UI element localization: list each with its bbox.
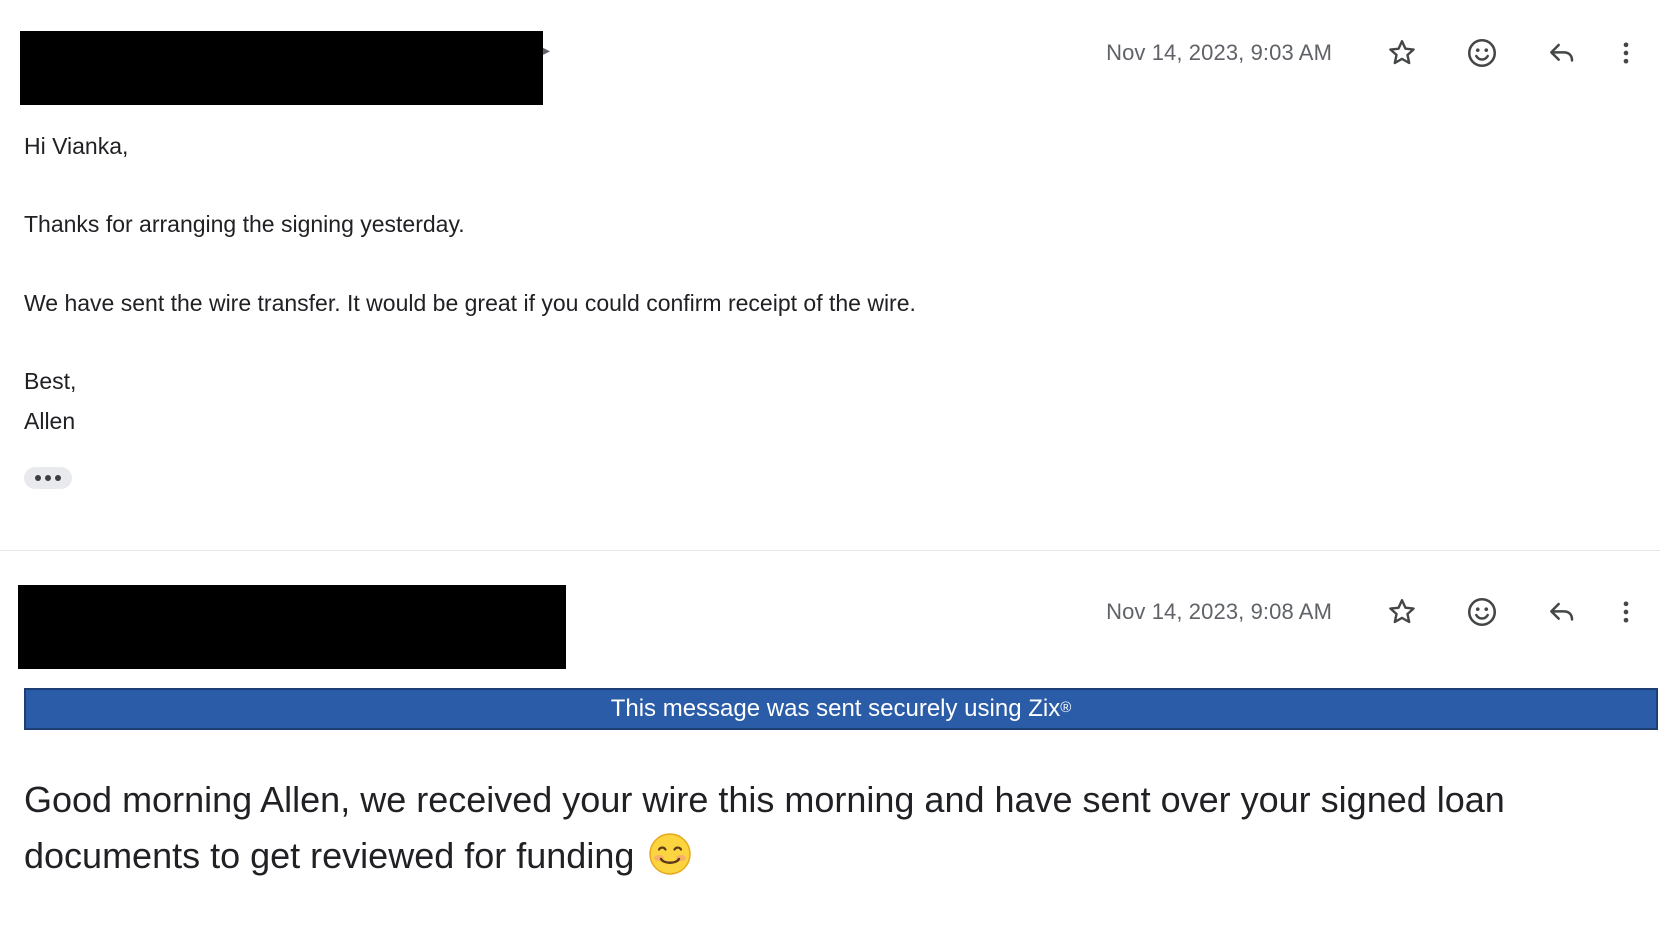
star-button[interactable]: [1362, 588, 1442, 636]
message-1-wire-line: We have sent the wire transfer. It would…: [24, 290, 916, 316]
star-button[interactable]: [1362, 29, 1442, 77]
show-trimmed-content-button[interactable]: [24, 467, 72, 489]
emoji-reaction-button[interactable]: [1442, 588, 1522, 636]
ellipsis-dot: [35, 475, 41, 481]
star-icon: [1389, 40, 1415, 65]
more-vert-icon: [1623, 601, 1629, 623]
ellipsis-dot: [45, 475, 51, 481]
emoji-reaction-button[interactable]: [1442, 29, 1522, 77]
sender-details-caret-icon[interactable]: ▸: [543, 43, 550, 57]
smiling-face-emoji: [649, 833, 692, 875]
reply-icon: [1550, 602, 1574, 621]
message-1-signature: Allen: [24, 408, 76, 434]
more-vert-icon: [1623, 42, 1629, 64]
secure-banner-text: This message was sent securely using Zix: [610, 695, 1061, 722]
secure-message-banner: This message was sent securely using Zix…: [24, 688, 1658, 730]
star-icon: [1389, 599, 1415, 624]
ellipsis-dot: [55, 475, 61, 481]
reply-button[interactable]: [1522, 29, 1602, 77]
more-options-button[interactable]: [1602, 29, 1650, 77]
redacted-sender-1: [20, 31, 543, 105]
reply-button[interactable]: [1522, 588, 1602, 636]
message-timestamp: Nov 14, 2023, 9:03 AM: [1106, 40, 1332, 65]
redacted-sender-2: [18, 585, 566, 669]
message-1-toolbar: Nov 14, 2023, 9:03 AM: [1106, 29, 1660, 77]
message-2-text: Good morning Allen, we received your wir…: [24, 779, 1505, 876]
message-2-toolbar: Nov 14, 2023, 9:08 AM: [1106, 588, 1660, 636]
message-2-body: Good morning Allen, we received your wir…: [24, 772, 1644, 884]
message-1-closing: Best,: [24, 368, 77, 394]
registered-mark: ®: [1060, 698, 1072, 716]
message-1-greeting: Hi Vianka,: [24, 133, 129, 159]
emoji-reaction-icon: [1467, 38, 1497, 68]
reply-icon: [1550, 43, 1574, 62]
message-timestamp: Nov 14, 2023, 9:08 AM: [1106, 599, 1332, 624]
message-divider: [0, 550, 1660, 551]
more-options-button[interactable]: [1602, 588, 1650, 636]
message-1-thanks-line: Thanks for arranging the signing yesterd…: [24, 211, 465, 237]
emoji-reaction-icon: [1467, 597, 1497, 627]
